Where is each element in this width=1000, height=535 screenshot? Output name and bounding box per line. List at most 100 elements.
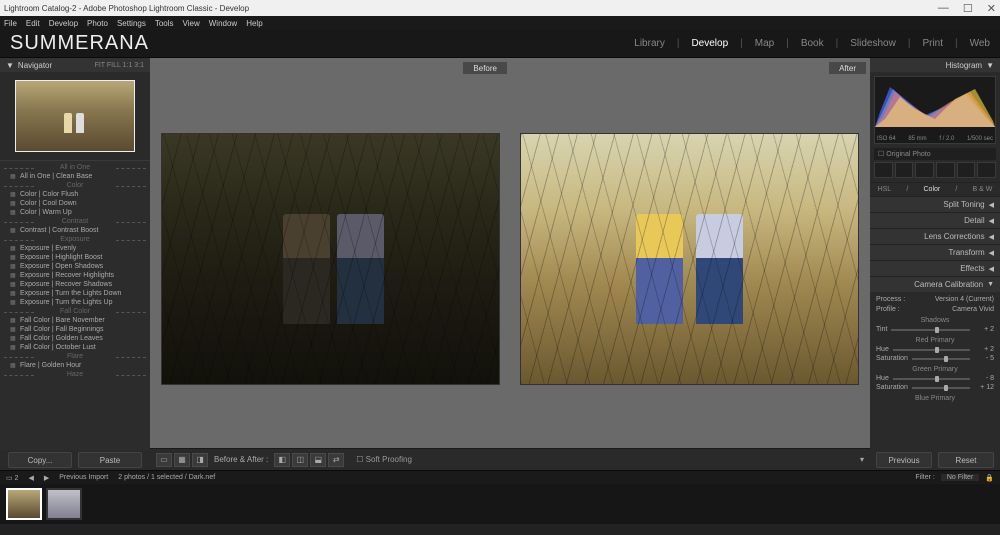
red-sat-value[interactable]: - 5: [974, 355, 994, 362]
soft-proofing-checkbox[interactable]: Soft Proofing: [356, 455, 412, 464]
navigator-zoom-options[interactable]: FIT FILL 1:1 3:1: [95, 62, 144, 69]
histogram-display[interactable]: ISO 64 85 mm f / 2.0 1/500 sec: [874, 76, 996, 144]
loupe-view-icon[interactable]: ▭: [156, 453, 172, 467]
previous-button[interactable]: Previous: [876, 452, 932, 468]
minimize-icon[interactable]: —: [938, 2, 949, 15]
tab-bw[interactable]: B & W: [973, 186, 993, 193]
source-label[interactable]: Previous Import: [59, 474, 108, 481]
green-hue-slider[interactable]: [893, 378, 970, 380]
green-hue-value[interactable]: - 8: [974, 375, 994, 382]
preset-item[interactable]: Exposure | Recover Highlights: [4, 271, 146, 280]
grid-view-icon[interactable]: ▦: [174, 453, 190, 467]
green-sat-value[interactable]: + 12: [974, 384, 994, 391]
navigator-preview[interactable]: [0, 72, 150, 160]
close-icon[interactable]: ✕: [987, 2, 996, 15]
chevron-icon[interactable]: ◀: [989, 233, 994, 241]
ba-topbottom-icon[interactable]: ⬓: [310, 453, 326, 467]
module-slideshow[interactable]: Slideshow: [850, 38, 896, 49]
compare-view-icon[interactable]: ◨: [192, 453, 208, 467]
preset-item[interactable]: Color | Cool Down: [4, 199, 146, 208]
tab-hsl[interactable]: HSL: [878, 186, 892, 193]
panel-camera-calibration[interactable]: Camera Calibration▼: [870, 276, 1000, 292]
histogram-header[interactable]: Histogram ▼: [870, 58, 1000, 72]
spot-tool-icon[interactable]: [895, 162, 914, 178]
filter-dropdown[interactable]: No Filter: [941, 474, 979, 481]
shadows-tint-slider[interactable]: [891, 329, 970, 331]
shadows-tint-value[interactable]: + 2: [974, 326, 994, 333]
module-web[interactable]: Web: [970, 38, 990, 49]
preset-item[interactable]: Color | Color Flush: [4, 190, 146, 199]
navigator-header[interactable]: ▼ Navigator FIT FILL 1:1 3:1: [0, 58, 150, 72]
green-sat-slider[interactable]: [912, 387, 970, 389]
module-develop[interactable]: Develop: [691, 38, 728, 49]
process-value[interactable]: Version 4 (Current): [935, 296, 994, 303]
menu-view[interactable]: View: [183, 19, 200, 28]
go-forward-icon[interactable]: ▶: [44, 474, 49, 482]
original-photo-checkbox[interactable]: Original Photo: [874, 148, 996, 160]
filter-lock-icon[interactable]: 🔒: [985, 474, 994, 482]
reset-button[interactable]: Reset: [938, 452, 994, 468]
ba-sidebyside-icon[interactable]: ◧: [274, 453, 290, 467]
panel-lens-corrections[interactable]: Lens Corrections◀: [870, 228, 1000, 244]
red-hue-value[interactable]: + 2: [974, 346, 994, 353]
module-map[interactable]: Map: [755, 38, 774, 49]
module-print[interactable]: Print: [922, 38, 943, 49]
preset-item[interactable]: Flare | Golden Hour: [4, 361, 146, 370]
module-library[interactable]: Library: [634, 38, 665, 49]
red-sat-slider[interactable]: [912, 358, 970, 360]
menu-edit[interactable]: Edit: [26, 19, 40, 28]
preset-item[interactable]: Exposure | Open Shadows: [4, 262, 146, 271]
menu-file[interactable]: File: [4, 19, 17, 28]
redeye-tool-icon[interactable]: [915, 162, 934, 178]
preset-item[interactable]: All in One | Clean Base: [4, 172, 146, 181]
preset-item[interactable]: Fall Color | October Lust: [4, 343, 146, 352]
paste-button[interactable]: Paste: [78, 452, 142, 468]
red-hue-slider[interactable]: [893, 349, 970, 351]
navigator-thumbnail[interactable]: [15, 80, 135, 152]
preset-item[interactable]: Contrast | Contrast Boost: [4, 226, 146, 235]
go-back-icon[interactable]: ◀: [28, 474, 33, 482]
menu-settings[interactable]: Settings: [117, 19, 146, 28]
before-image[interactable]: [161, 133, 500, 385]
crop-tool-icon[interactable]: [874, 162, 893, 178]
chevron-icon[interactable]: ◀: [989, 217, 994, 225]
preset-item[interactable]: Exposure | Highlight Boost: [4, 253, 146, 262]
panel-split-toning[interactable]: Split Toning◀: [870, 196, 1000, 212]
chevron-icon[interactable]: ◀: [989, 249, 994, 257]
preset-item[interactable]: Exposure | Recover Shadows: [4, 280, 146, 289]
toolbar-disclosure-icon[interactable]: ▾: [860, 455, 864, 464]
collapse-icon[interactable]: ▼: [986, 61, 994, 70]
maximize-icon[interactable]: ☐: [963, 2, 973, 15]
preset-item[interactable]: Exposure | Turn the Lights Down: [4, 289, 146, 298]
profile-value[interactable]: Camera Vivid: [952, 306, 994, 313]
chevron-icon[interactable]: ◀: [989, 265, 994, 273]
chevron-icon[interactable]: ▼: [987, 281, 994, 288]
filmstrip-thumb[interactable]: [6, 488, 42, 520]
panel-detail[interactable]: Detail◀: [870, 212, 1000, 228]
preset-item[interactable]: Exposure | Turn the Lights Up: [4, 298, 146, 307]
filmstrip-thumb[interactable]: [46, 488, 82, 520]
menu-photo[interactable]: Photo: [87, 19, 108, 28]
preset-item[interactable]: Fall Color | Bare November: [4, 316, 146, 325]
preset-item[interactable]: Exposure | Evenly: [4, 244, 146, 253]
grad-filter-icon[interactable]: [936, 162, 955, 178]
preset-item[interactable]: Color | Warm Up: [4, 208, 146, 217]
panel-transform[interactable]: Transform◀: [870, 244, 1000, 260]
menu-tools[interactable]: Tools: [155, 19, 174, 28]
secondary-display-icon[interactable]: ▭ 2: [6, 474, 18, 482]
panel-effects[interactable]: Effects◀: [870, 260, 1000, 276]
menu-help[interactable]: Help: [246, 19, 262, 28]
preset-item[interactable]: Fall Color | Golden Leaves: [4, 334, 146, 343]
filmstrip[interactable]: [0, 484, 1000, 524]
menu-develop[interactable]: Develop: [49, 19, 78, 28]
copy-button[interactable]: Copy...: [8, 452, 72, 468]
menu-window[interactable]: Window: [209, 19, 237, 28]
collapse-icon[interactable]: ▼: [6, 61, 14, 70]
radial-filter-icon[interactable]: [957, 162, 976, 178]
brush-tool-icon[interactable]: [977, 162, 996, 178]
module-book[interactable]: Book: [801, 38, 824, 49]
chevron-icon[interactable]: ◀: [989, 201, 994, 209]
tab-color[interactable]: Color: [924, 186, 941, 193]
preset-item[interactable]: Fall Color | Fall Beginnings: [4, 325, 146, 334]
ba-swap-icon[interactable]: ⇄: [328, 453, 344, 467]
